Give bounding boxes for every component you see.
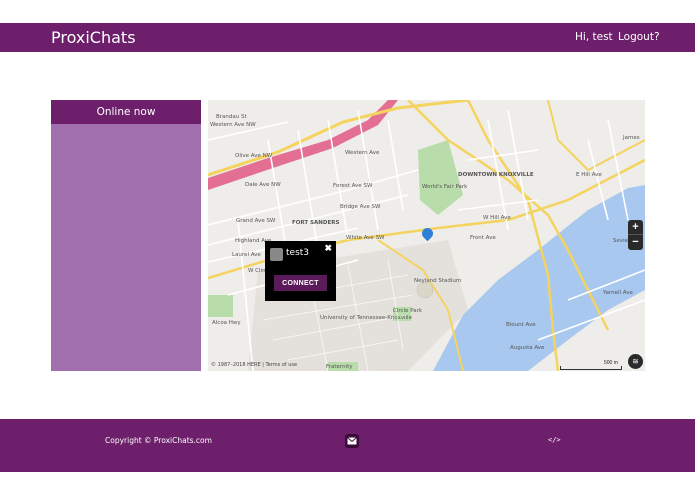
map-label: W Hill Ave: [483, 215, 511, 221]
map-label: Olive Ave NW: [235, 153, 273, 159]
map-label: White Ave SW: [346, 235, 385, 241]
map-label: Grand Ave SW: [236, 218, 276, 224]
map-attribution[interactable]: © 1987–2018 HERE | Terms of use: [211, 362, 297, 368]
brand-logo[interactable]: ProxiChats: [51, 28, 136, 47]
map-label: Western Ave NW: [210, 122, 256, 128]
connect-button[interactable]: CONNECT: [274, 275, 327, 291]
map-label: Brandau St: [216, 114, 247, 120]
online-users-list: [51, 124, 201, 371]
avatar: [270, 248, 283, 261]
scale-bar: [560, 366, 622, 370]
map-label: Fraternity: [326, 364, 353, 370]
online-users-header: Online now: [51, 100, 201, 124]
mail-icon[interactable]: [345, 434, 359, 448]
code-icon[interactable]: </>: [548, 436, 561, 444]
map-view[interactable]: Brandau St Western Ave NW Olive Ave NW D…: [208, 100, 645, 371]
map-label: Yarnell Ave: [603, 290, 633, 296]
map-label: E Hill Ave: [576, 172, 602, 178]
map-label: Forest Ave SW: [333, 183, 373, 189]
user-popup: ✖ test3 CONNECT: [265, 241, 336, 301]
zoom-control: + −: [628, 220, 643, 250]
map-label: Alcoa Hwy: [212, 320, 241, 326]
copyright-text: Copyright © ProxiChats.com: [105, 436, 212, 445]
map-label: Circle Park: [393, 308, 423, 314]
map-label: Neyland Stadium: [414, 278, 462, 284]
zoom-in-button[interactable]: +: [628, 220, 643, 235]
map-label: DOWNTOWN KNOXVILLE: [458, 172, 534, 178]
map-label: World's Fair Park: [422, 184, 468, 190]
map-label: Blount Ave: [506, 322, 536, 328]
map-label: Front Ave: [470, 235, 496, 241]
footer: Copyright © ProxiChats.com </>: [0, 419, 695, 472]
map-label: Augusta Ave: [510, 345, 545, 351]
map-label: Dale Ave NW: [245, 182, 281, 188]
map-label: Laurel Ave: [232, 252, 261, 258]
logout-link[interactable]: Logout?: [618, 31, 660, 43]
map-label: University of Tennessee-Knoxville: [320, 315, 412, 321]
user-greeting-link[interactable]: Hi, test: [575, 31, 613, 43]
popup-username: test3: [286, 248, 310, 258]
map-label: Bridge Ave SW: [340, 204, 381, 210]
close-icon[interactable]: ✖: [324, 243, 332, 254]
zoom-out-button[interactable]: −: [628, 235, 643, 250]
layers-icon[interactable]: ≋: [628, 354, 643, 369]
map-label: James: [623, 135, 640, 141]
scale-label: 500 m: [604, 360, 618, 366]
map-label: Western Ave: [345, 150, 380, 156]
map-label: FORT SANDERS: [292, 220, 340, 226]
top-navbar: ProxiChats Hi, test Logout?: [0, 23, 695, 52]
